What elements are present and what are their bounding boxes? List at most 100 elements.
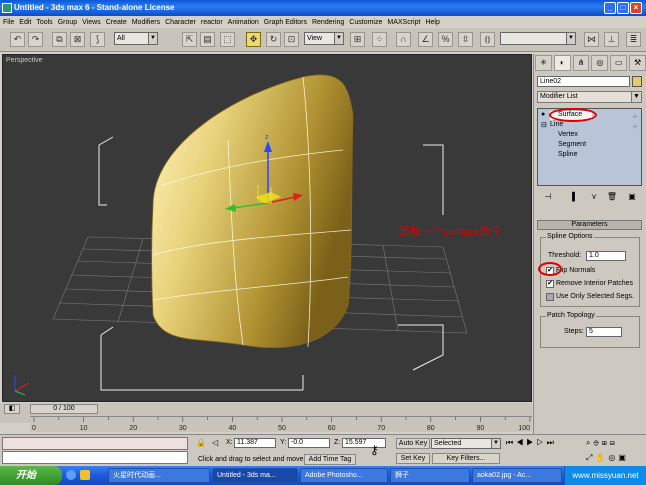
display-tab-icon[interactable]: ▭: [610, 55, 628, 71]
remove-interior-checkbox[interactable]: ✔: [546, 280, 554, 288]
menu-group[interactable]: Group: [58, 19, 77, 26]
remove-modifier-icon[interactable]: 🗑: [605, 192, 619, 204]
select-object-icon[interactable]: ⇱: [182, 32, 197, 47]
select-by-name-icon[interactable]: ▤: [200, 32, 215, 47]
quicklaunch-icon[interactable]: [80, 470, 90, 480]
select-and-rotate-icon[interactable]: ↻: [266, 32, 281, 47]
x-coordinate-input[interactable]: 11.387: [234, 438, 276, 448]
add-time-tag-button[interactable]: Add Time Tag: [304, 454, 356, 465]
threshold-input[interactable]: 1.0: [586, 251, 626, 261]
menu-help[interactable]: Help: [425, 19, 439, 26]
selection-filter-dropdown[interactable]: All ▼: [114, 32, 158, 45]
use-only-selected-checkbox[interactable]: [546, 293, 554, 301]
steps-input[interactable]: 5: [586, 327, 622, 337]
lock-selection-icon[interactable]: 🔒: [196, 438, 206, 447]
spinner-snap-icon[interactable]: ⇳: [458, 32, 473, 47]
stack-item-spline[interactable]: Spline: [558, 151, 577, 158]
maximize-button[interactable]: □: [617, 2, 629, 14]
y-coordinate-input[interactable]: -0.0: [288, 438, 330, 448]
perspective-viewport[interactable]: Perspective z 添加一个surface命令: [2, 54, 532, 402]
modify-tab-icon[interactable]: ◐: [553, 55, 571, 71]
undo-icon[interactable]: ↶: [10, 32, 25, 47]
viewport-nav-icons[interactable]: ⌕⊕⊞⊟: [586, 438, 618, 448]
playback-controls[interactable]: ⏮◀▶▷⏭: [506, 438, 557, 448]
select-and-move-icon[interactable]: ✥: [246, 32, 261, 47]
modifier-stack[interactable]: ● Surface ⊟ Line Vertex Segment Spline ⁘…: [537, 108, 642, 186]
modifier-list-dropdown[interactable]: Modifier List ▼: [537, 91, 642, 103]
edit-named-selections-icon[interactable]: ⦅⦆: [480, 32, 495, 47]
close-button[interactable]: ×: [630, 2, 642, 14]
hierarchy-tab-icon[interactable]: ⋔: [572, 55, 590, 71]
maxscript-listener[interactable]: [2, 437, 188, 450]
task-lion[interactable]: 狮子: [390, 468, 470, 483]
make-unique-icon[interactable]: ⋎: [587, 192, 601, 204]
menu-views[interactable]: Views: [82, 19, 101, 26]
mirror-icon[interactable]: ⋈: [584, 32, 599, 47]
redo-icon[interactable]: ↷: [28, 32, 43, 47]
time-slider[interactable]: 0 / 100: [30, 404, 98, 414]
task-acdsee[interactable]: aoka02.jpg - Ac...: [472, 468, 562, 483]
percent-snap-icon[interactable]: %: [438, 32, 453, 47]
link-icon[interactable]: ⧉: [52, 32, 67, 47]
task-3dsmax[interactable]: Untitled - 3ds ma...: [212, 468, 298, 483]
ie-icon[interactable]: [66, 470, 76, 480]
trackbar-icon[interactable]: ◧: [4, 404, 20, 414]
menu-tools[interactable]: Tools: [36, 19, 52, 26]
menu-character[interactable]: Character: [165, 19, 196, 26]
expand-icon[interactable]: ⊟: [541, 121, 547, 129]
menu-edit[interactable]: Edit: [19, 19, 31, 26]
pin-stack-icon[interactable]: ⊣: [541, 192, 555, 204]
lightbulb-icon[interactable]: ●: [541, 111, 545, 118]
key-filters-button[interactable]: Key Filters...: [432, 453, 500, 464]
task-photoshop[interactable]: Adobe Photosho...: [300, 468, 388, 483]
utilities-tab-icon[interactable]: ⚒: [629, 55, 646, 71]
chevron-down-icon: ▼: [334, 33, 343, 44]
unlink-icon[interactable]: ⊠: [70, 32, 85, 47]
z-coordinate-input[interactable]: 15.597: [342, 438, 386, 448]
remove-interior-label: Remove Interior Patches: [556, 280, 634, 287]
menu-graph-editors[interactable]: Graph Editors: [264, 19, 307, 26]
menu-file[interactable]: File: [3, 19, 14, 26]
stack-item-line[interactable]: Line: [550, 121, 563, 128]
object-color-swatch[interactable]: [632, 76, 642, 87]
set-key-button[interactable]: Set Key: [396, 453, 430, 464]
select-and-scale-icon[interactable]: ⊡: [284, 32, 299, 47]
menu-animation[interactable]: Animation: [228, 19, 259, 26]
create-tab-icon[interactable]: ✳: [535, 55, 552, 71]
annotation-circle: [538, 262, 562, 276]
frame-ruler[interactable]: 0 10 20 30 40 50 60 70 80 90 100: [30, 416, 532, 432]
key-icon[interactable]: ⚷: [370, 443, 379, 457]
minimize-button[interactable]: _: [604, 2, 616, 14]
object-name-field[interactable]: Line02: [537, 76, 630, 87]
menu-reactor[interactable]: reactor: [201, 19, 223, 26]
angle-snap-icon[interactable]: ∠: [418, 32, 433, 47]
menu-modifiers[interactable]: Modifiers: [132, 19, 160, 26]
motion-tab-icon[interactable]: ◎: [591, 55, 609, 71]
auto-key-button[interactable]: Auto Key: [396, 438, 430, 449]
snap-toggle-icon[interactable]: ∩: [396, 32, 411, 47]
start-button[interactable]: 开始: [0, 466, 62, 485]
task-hxsd[interactable]: 火星时代动画...: [108, 468, 210, 483]
viewport-nav-icons-2[interactable]: ⤢✋◎▣: [586, 453, 629, 463]
align-icon[interactable]: ⊥: [604, 32, 619, 47]
select-manipulate-icon[interactable]: ⁘: [372, 32, 387, 47]
layer-manager-icon[interactable]: ≣: [626, 32, 641, 47]
named-selection-dropdown[interactable]: ▼: [500, 32, 576, 45]
parameters-rollout[interactable]: Parameters: [537, 220, 642, 230]
absolute-mode-icon[interactable]: ◁: [212, 438, 218, 447]
menu-rendering[interactable]: Rendering: [312, 19, 344, 26]
bind-space-warp-icon[interactable]: ⟆: [90, 32, 105, 47]
maxscript-output[interactable]: [2, 451, 188, 464]
key-selection-dropdown[interactable]: Selected ▼: [431, 438, 501, 449]
stack-item-segment[interactable]: Segment: [558, 141, 586, 148]
menu-customize[interactable]: Customize: [349, 19, 382, 26]
menu-create[interactable]: Create: [106, 19, 127, 26]
prompt-line: Click and drag to select and move: [198, 456, 304, 463]
show-end-result-icon[interactable]: ▐: [565, 192, 579, 204]
menu-maxscript[interactable]: MAXScript: [387, 19, 420, 26]
stack-item-vertex[interactable]: Vertex: [558, 131, 578, 138]
region-select-icon[interactable]: ⬚: [220, 32, 235, 47]
configure-sets-icon[interactable]: ▣: [625, 192, 639, 204]
pivot-center-icon[interactable]: ⊞: [350, 32, 365, 47]
reference-coordinate-dropdown[interactable]: View ▼: [304, 32, 344, 45]
